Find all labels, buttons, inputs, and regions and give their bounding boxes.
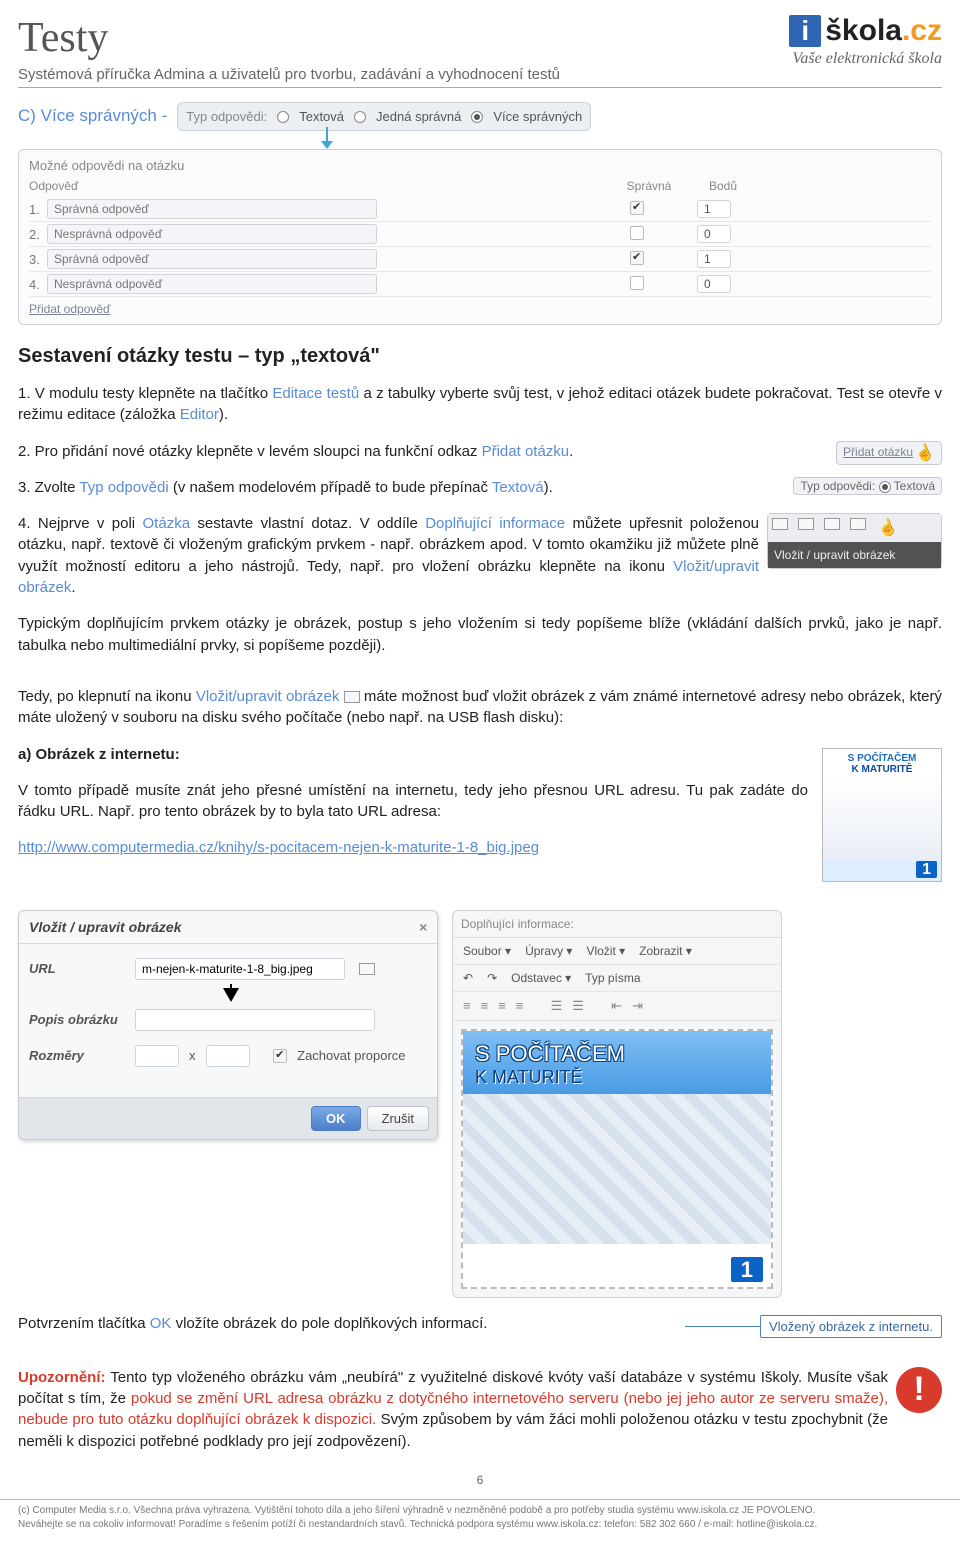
logo-text-skola: škola — [825, 14, 902, 47]
radio-vicespravnych-label: Více správných — [493, 109, 582, 124]
canvas-image-number: 1 — [731, 1257, 763, 1282]
points-input[interactable]: 1 — [697, 250, 731, 268]
warning-icon: ! — [896, 1367, 942, 1413]
dim-label: Rozměry — [29, 1048, 125, 1063]
font-select[interactable]: Typ písma — [585, 971, 640, 985]
radio-textova[interactable] — [277, 111, 289, 123]
add-answer-link[interactable]: Přidat odpověď — [29, 302, 110, 316]
radio-vicespravnych[interactable] — [471, 111, 483, 123]
page-number: 6 — [18, 1473, 942, 1487]
page-header: Testy Systémová příručka Admina a uživat… — [18, 14, 942, 88]
hand-cursor-icon: ☝ — [875, 515, 901, 541]
table-row: 4.Nesprávná odpověď0 — [29, 272, 931, 297]
answers-table: Možné odpovědi na otázku Odpověď Správná… — [18, 149, 942, 325]
brand-tagline: Vaše elektronická škola — [789, 50, 942, 68]
keep-proportions-checkbox[interactable] — [273, 1049, 287, 1063]
book-thumbnail: S POČÍTAČEMK MATURITĚ 1 — [822, 748, 942, 882]
undo-icon[interactable]: ↶ — [463, 971, 473, 985]
toolbar-icon[interactable] — [798, 518, 814, 530]
browse-icon[interactable] — [359, 963, 375, 975]
answer-input[interactable]: Nesprávná odpověď — [47, 224, 377, 244]
toolbar-icon[interactable] — [824, 518, 840, 530]
correct-checkbox[interactable] — [630, 226, 644, 240]
menu-view[interactable]: Zobrazit ▾ — [639, 944, 692, 958]
points-input[interactable]: 0 — [697, 275, 731, 293]
correct-checkbox[interactable] — [630, 276, 644, 290]
ok-button[interactable]: OK — [311, 1106, 361, 1131]
radio-jednaspravna-label: Jedná správná — [376, 109, 461, 124]
correct-checkbox[interactable] — [630, 251, 644, 265]
points-input[interactable]: 1 — [697, 200, 731, 218]
table-row: 1.Správná odpověď1 — [29, 197, 931, 222]
arrow-down-icon — [318, 127, 960, 149]
col-points: Bodů — [709, 179, 809, 193]
table-row: 2.Nesprávná odpověď0 — [29, 222, 931, 247]
hand-cursor-icon: ☝ — [912, 440, 938, 466]
menu-insert[interactable]: Vložit ▾ — [586, 944, 625, 958]
url-label: URL — [29, 961, 125, 976]
example-url-link[interactable]: http://www.computermedia.cz/knihy/s-poci… — [18, 839, 539, 856]
radio-textova-mini[interactable] — [879, 481, 891, 493]
page-subtitle: Systémová příručka Admina a uživatelů pr… — [18, 66, 560, 83]
cancel-button[interactable]: Zrušit — [367, 1106, 430, 1131]
paragraph-6: Tedy, po klepnutí na ikonu Vložit/upravi… — [18, 686, 942, 729]
radio-jednaspravna[interactable] — [354, 111, 366, 123]
add-question-snippet: Přidat otázku☝ — [836, 441, 942, 465]
answer-input[interactable]: Správná odpověď — [47, 249, 377, 269]
section-heading: Sestavení otázky testu – typ „textová" — [18, 345, 942, 368]
answer-type-label: Typ odpovědi: — [186, 109, 267, 124]
paragraph-1: 1. V modulu testy klepněte na tlačítko E… — [18, 383, 942, 426]
radio-textova-label: Textová — [299, 109, 344, 124]
keep-proportions-label: Zachovat proporce — [297, 1048, 405, 1063]
menu-edit[interactable]: Úpravy ▾ — [525, 944, 572, 958]
paragraph-select[interactable]: Odstavec ▾ — [511, 971, 571, 985]
insert-image-icon — [344, 691, 360, 703]
brand-logo: i škola.cz — [789, 14, 942, 48]
page-footer: (c) Computer Media s.r.o. Všechna práva … — [0, 1499, 960, 1541]
logo-text-cz: .cz — [902, 14, 942, 47]
url-input[interactable] — [135, 958, 345, 980]
logo-i-icon: i — [789, 15, 821, 47]
correct-checkbox[interactable] — [630, 201, 644, 215]
answers-table-title: Možné odpovědi na otázku — [29, 158, 931, 173]
height-input[interactable] — [206, 1045, 250, 1067]
footer-line-2: Neváhejte se na cokoliv informovat! Pora… — [18, 1518, 942, 1532]
canvas-image-title1: S POČÍTAČEM — [463, 1031, 771, 1067]
answer-input[interactable]: Nesprávná odpověď — [47, 274, 377, 294]
col-correct: Správná — [589, 179, 709, 193]
page-title: Testy — [18, 14, 560, 62]
answer-input[interactable]: Správná odpověď — [47, 199, 377, 219]
desc-label: Popis obrázku — [29, 1012, 125, 1027]
canvas-image-title2: K MATURITĚ — [463, 1067, 771, 1094]
editor-canvas[interactable]: S POČÍTAČEM K MATURITĚ 1 — [461, 1029, 773, 1289]
table-row: 3.Správná odpověď1 — [29, 247, 931, 272]
indent-icon[interactable]: ⇥ — [632, 998, 643, 1014]
dialog-title: Vložit / upravit obrázek — [29, 919, 181, 935]
subheading-a: a) Obrázek z internetu: — [18, 746, 180, 763]
points-input[interactable]: 0 — [697, 225, 731, 243]
footer-line-1: (c) Computer Media s.r.o. Všechna práva … — [18, 1504, 942, 1518]
paragraph-7b: V tomto případě musíte znát jeho přesné … — [18, 780, 942, 823]
paragraph-5: Typickým doplňujícím prvkem otázky je ob… — [18, 613, 942, 656]
arrow-down-icon — [219, 984, 617, 1013]
close-icon[interactable]: × — [419, 919, 427, 935]
paragraph-2: 2. Pro přidání nové otázky klepněte v le… — [18, 441, 942, 462]
insert-image-dialog: Vložit / upravit obrázek × URL Popis obrá… — [18, 910, 438, 1140]
redo-icon[interactable]: ↷ — [487, 971, 497, 985]
col-answer: Odpověď — [29, 179, 389, 193]
section-c-label: C) Více správných - — [18, 102, 167, 126]
toolbar-icon[interactable] — [772, 518, 788, 530]
tooltip-label: Vložit / upravit obrázek — [774, 548, 895, 562]
toolbar-snippet: ☝ Vložit / upravit obrázek — [767, 513, 942, 569]
warning-paragraph: Upozornění: Tento typ vloženého obrázku … — [18, 1367, 942, 1452]
editor-caption: Doplňující informace: — [453, 911, 781, 938]
type-snippet: Typ odpovědi: Textová — [793, 477, 942, 495]
menu-file[interactable]: Soubor ▾ — [463, 944, 511, 958]
callout-box: Vložený obrázek z internetu. — [760, 1315, 942, 1338]
toolbar-image-icon[interactable] — [850, 518, 866, 530]
width-input[interactable] — [135, 1045, 179, 1067]
rich-text-editor: Doplňující informace: Soubor ▾ Úpravy ▾ Vl… — [452, 910, 782, 1298]
editor-menubar: Soubor ▾ Úpravy ▾ Vložit ▾ Zobrazit ▾ — [453, 938, 781, 965]
